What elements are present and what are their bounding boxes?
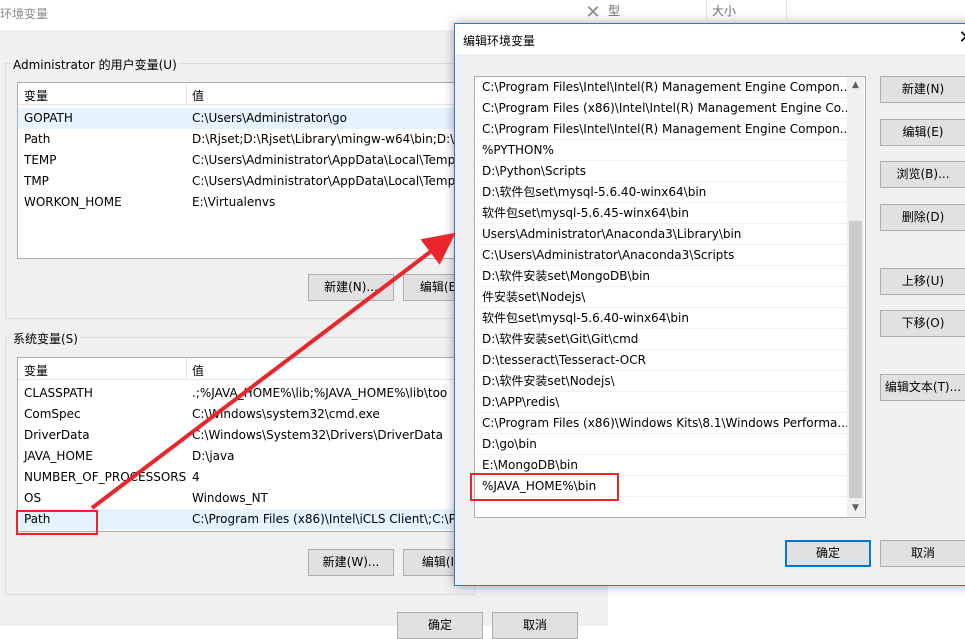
- annotation-arrow: [90, 232, 456, 510]
- red-arrow-line: [90, 232, 456, 510]
